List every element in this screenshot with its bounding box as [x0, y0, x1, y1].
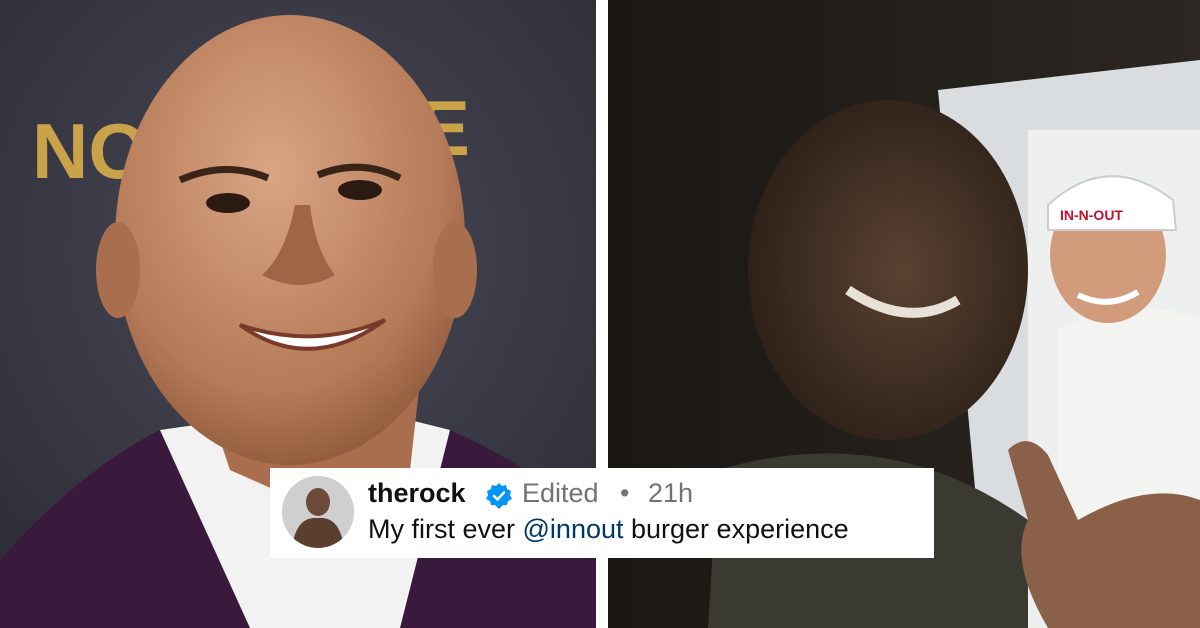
mention-link[interactable]: @innout [523, 514, 624, 544]
eye-right [338, 180, 382, 200]
post-caption: My first ever @innout burger experience [368, 514, 849, 545]
post-timestamp[interactable]: 21h [648, 478, 693, 509]
ear-left [96, 222, 140, 318]
edited-label: Edited [522, 478, 599, 508]
eye-left [206, 193, 250, 213]
instagram-caption-card: therock Edited • 21h My first ever @inno… [270, 468, 934, 558]
username[interactable]: therock [368, 478, 466, 509]
ear-right [433, 222, 477, 318]
driver-head [748, 100, 1028, 440]
verified-badge-icon [485, 482, 513, 510]
avatar[interactable] [282, 476, 354, 548]
caption-text-end: burger experience [623, 514, 849, 544]
hat-logo-text: IN-N-OUT [1060, 207, 1123, 223]
avatar-image [282, 476, 354, 548]
separator-dot: • [620, 478, 630, 508]
caption-text-start: My first ever [368, 514, 523, 544]
